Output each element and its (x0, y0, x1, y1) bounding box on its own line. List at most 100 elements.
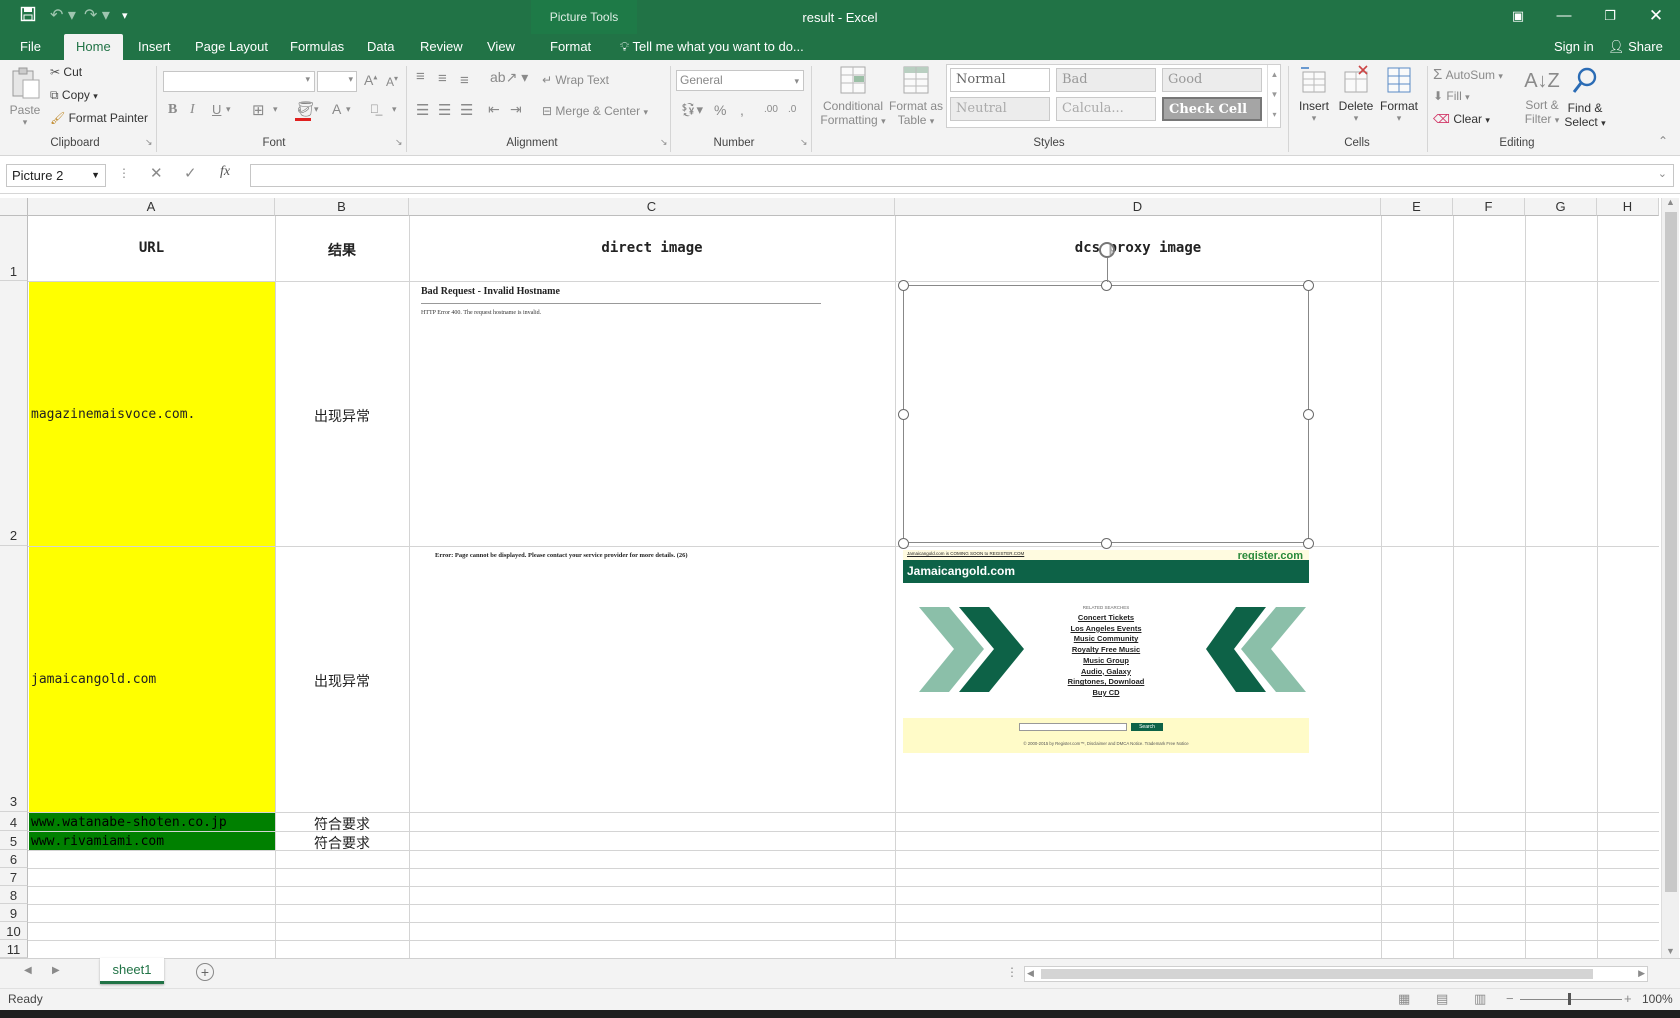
tab-formulas[interactable]: Formulas (282, 34, 352, 60)
related-link[interactable]: Ringtones, Download (1033, 677, 1179, 688)
dialog-launcher-icon[interactable]: ↘ (395, 137, 403, 148)
cell-url[interactable]: www.watanabe-shoten.co.jp (31, 815, 227, 830)
new-sheet-icon[interactable]: + (196, 963, 214, 981)
proxy-image-register[interactable]: Jamaicangold.com is COMING SOON to REGIS… (903, 550, 1309, 755)
tab-file[interactable]: File (12, 34, 49, 60)
insert-function-icon[interactable]: fx (220, 164, 230, 180)
proxy-search-input[interactable] (1019, 723, 1127, 731)
scroll-down-icon[interactable]: ▼ (1666, 946, 1675, 956)
align-top-icon[interactable]: ≡ (416, 68, 425, 85)
name-box[interactable]: Picture 2 ▼ (6, 164, 106, 187)
conditional-formatting-button[interactable]: Conditional Formatting ▾ (818, 64, 888, 127)
related-link[interactable]: Audio, Galaxy (1033, 667, 1179, 678)
align-middle-icon[interactable]: ≡ (438, 70, 447, 87)
resize-handle[interactable] (1303, 280, 1314, 291)
vertical-scrollbar[interactable]: ▲ ▼ (1661, 197, 1679, 958)
paste-button[interactable]: Paste ▾ (8, 66, 42, 134)
cell-url[interactable]: www.rivamiami.com (31, 834, 164, 849)
horizontal-scrollbar[interactable]: ◀ ▶ (1024, 966, 1648, 982)
resize-handle[interactable] (898, 538, 909, 549)
resize-handle[interactable] (1303, 538, 1314, 549)
tab-page-layout[interactable]: Page Layout (187, 34, 276, 60)
tell-me-search[interactable]: 💡︎ Tell me what you want to do... (612, 34, 812, 60)
related-link[interactable]: Los Angeles Events (1033, 624, 1179, 635)
cell-result[interactable]: 符合要求 (275, 833, 409, 853)
cancel-entry-icon[interactable]: ✕ (150, 164, 163, 182)
percent-style-icon[interactable]: % (714, 102, 726, 118)
style-good[interactable]: Good (1162, 68, 1262, 92)
style-normal[interactable]: Normal (950, 68, 1050, 92)
horizontal-scroll-thumb[interactable] (1041, 969, 1593, 979)
tab-split-handle[interactable]: ⋮ (1006, 965, 1018, 979)
sheet-tab-sheet1[interactable]: sheet1 (100, 958, 164, 984)
row-header-7[interactable]: 7 (0, 868, 28, 886)
wrap-text-button[interactable]: ↵ Wrap Text (542, 73, 609, 87)
copy-button[interactable]: ⧉ Copy ▾ (50, 88, 98, 103)
header-url[interactable]: URL (28, 240, 275, 256)
find-select-button[interactable]: Find & Select ▾ (1562, 64, 1608, 129)
related-link[interactable]: Concert Tickets (1033, 613, 1179, 624)
close-icon[interactable]: ✕ (1633, 0, 1679, 34)
sort-filter-button[interactable]: A↓Z Sort & Filter ▾ (1520, 64, 1564, 126)
proxy-search-button[interactable]: Search (1131, 723, 1163, 731)
bold-button[interactable]: B (168, 102, 177, 118)
formula-input[interactable]: ⌄ (250, 164, 1674, 187)
decrease-decimal-icon[interactable]: .0 (788, 104, 796, 115)
scroll-left-icon[interactable]: ◀ (1027, 968, 1034, 979)
increase-font-icon[interactable]: A▴ (364, 72, 377, 88)
number-format-combo[interactable]: General ▾ (676, 70, 804, 91)
style-check-cell[interactable]: Check Cell (1162, 97, 1262, 121)
restore-icon[interactable]: ❐ (1587, 0, 1633, 34)
orientation-icon[interactable]: ab↗ ▾ (490, 69, 528, 86)
tab-insert[interactable]: Insert (130, 34, 179, 60)
prev-sheet-icon[interactable]: ◀ (24, 965, 32, 976)
clear-button[interactable]: ⌫ Clear ▾ (1433, 112, 1490, 126)
resize-handle[interactable] (1101, 538, 1112, 549)
tab-data[interactable]: Data (359, 34, 402, 60)
col-header-b[interactable]: B (275, 198, 409, 216)
font-color-icon[interactable]: A (332, 101, 341, 117)
row-header-4[interactable]: 4 (0, 812, 28, 831)
dialog-launcher-icon[interactable]: ↘ (800, 137, 808, 148)
direct-image-bad-request[interactable]: Bad Request - Invalid Hostname HTTP Erro… (421, 286, 821, 316)
row-header-6[interactable]: 6 (0, 850, 28, 868)
dialog-launcher-icon[interactable]: ↘ (660, 137, 668, 148)
fill-color-icon[interactable]: 🪣︎ (296, 100, 315, 118)
cut-button[interactable]: ✂︎ Cut (50, 65, 82, 79)
scroll-up-icon[interactable]: ▲ (1666, 197, 1675, 207)
autosum-button[interactable]: Σ AutoSum ▾ (1433, 66, 1503, 83)
page-break-view-icon[interactable]: ▥ (1474, 991, 1486, 1007)
zoom-slider-thumb[interactable] (1568, 993, 1571, 1005)
col-header-h[interactable]: H (1597, 198, 1659, 216)
zoom-in-icon[interactable]: + (1624, 991, 1632, 1006)
align-left-icon[interactable]: ☰ (416, 101, 429, 119)
scroll-right-icon[interactable]: ▶ (1638, 968, 1645, 979)
row-header-2[interactable]: 2 (0, 281, 28, 546)
zoom-slider[interactable] (1520, 999, 1622, 1000)
selected-picture-frame[interactable] (903, 285, 1309, 543)
underline-button[interactable]: U (212, 102, 221, 117)
italic-button[interactable]: I (190, 102, 195, 118)
row-header-3[interactable]: 3 (0, 546, 28, 812)
normal-view-icon[interactable]: ▦ (1398, 991, 1410, 1007)
col-header-g[interactable]: G (1525, 198, 1597, 216)
header-result[interactable]: 结果 (275, 240, 409, 260)
direct-image-error[interactable]: Error: Page cannot be displayed. Please … (435, 552, 855, 559)
cell-result[interactable]: 出现异常 (275, 671, 409, 691)
header-proxy-image[interactable]: dcs proxy image (895, 240, 1381, 256)
select-all-corner[interactable] (0, 198, 28, 216)
delete-cells-button[interactable]: Delete ▾ (1334, 64, 1378, 124)
align-center-icon[interactable]: ☰ (438, 101, 451, 119)
phonetic-icon[interactable]: 文̲ (370, 102, 379, 116)
col-header-a[interactable]: A (28, 198, 275, 216)
fill-button[interactable]: ⬇︎ Fill ▾ (1433, 89, 1470, 103)
align-right-icon[interactable]: ☰ (460, 101, 473, 119)
decrease-indent-icon[interactable]: ⇤ (488, 101, 500, 118)
increase-decimal-icon[interactable]: .00 (764, 104, 778, 115)
tab-format[interactable]: Format (540, 34, 601, 60)
sign-in-link[interactable]: Sign in (1546, 34, 1602, 60)
col-header-c[interactable]: C (409, 198, 895, 216)
row-header-1[interactable]: 1 (0, 216, 28, 281)
next-sheet-icon[interactable]: ▶ (52, 965, 60, 976)
zoom-level[interactable]: 100% (1642, 992, 1673, 1006)
